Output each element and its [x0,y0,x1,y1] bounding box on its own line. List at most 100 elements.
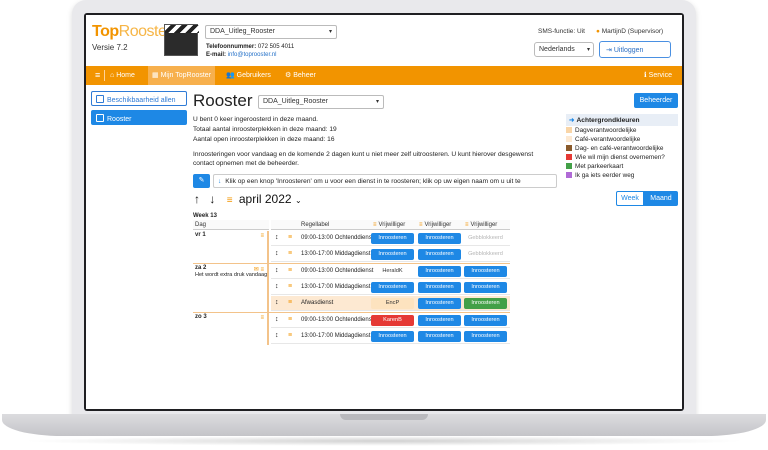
app-logo[interactable]: TopRooster [92,23,172,41]
contact-email: E-mail: info@toprooster.nl [206,52,277,58]
menu-icon[interactable]: ≡ [260,315,264,321]
schedule-in-button[interactable]: Inroosteren [464,298,507,309]
sidebar-item-rooster[interactable]: Rooster [91,110,187,125]
schedule-in-button[interactable]: Inroosteren [464,315,507,326]
sort-icon[interactable]: ↕ [275,267,279,274]
schedule-in-button[interactable]: Inroosteren [371,249,414,260]
schedule-in-button[interactable]: Inroosteren [418,249,461,260]
beheerder-button[interactable]: Beheerder [634,93,678,108]
pencil-icon: ✎ [198,177,205,184]
col-header-volunteer: ≡ Vrijwilliger [373,222,406,228]
schedule-in-button[interactable]: Inroosteren [418,233,461,244]
page-title: Rooster [193,91,253,110]
schedule-in-button[interactable]: Inroosteren [464,331,507,342]
info-line: Aantal open inroosterplekken in deze maa… [193,136,335,143]
shift-label: Afwasdienst [301,300,334,306]
color-swatch [566,136,572,142]
schedule-table: Dag Regellabel ≡ Vrijwilliger ≡ Vrijwillig… [193,220,510,352]
legend-item: Dagverantwoordelijke [566,126,678,135]
arrow-down-icon: ↓ [218,178,222,185]
legend-item: Dag- en café-verantwoordelijke [566,144,678,153]
hint-box: ↓ Klik op een knop 'Inroosteren' om u voo… [213,174,557,188]
menu-toggle-icon[interactable]: ≡ [91,66,104,85]
user-icon: ● [596,28,600,35]
sort-icon[interactable]: ↕ [275,332,279,339]
menu-icon[interactable]: ≡ [288,283,292,290]
menu-icon[interactable]: ≡ [288,234,292,241]
sort-icon[interactable]: ↕ [275,283,279,290]
schedule-select[interactable]: DDA_Uitleg_Rooster ▾ [258,95,384,109]
day-cell: za 2 Het wordt extra druk vandaag! ✉ ≡ [193,264,269,312]
shift-label: 13:00-17:00 Middagdienst [301,333,371,339]
schedule-in-button[interactable]: Inroosteren [418,315,461,326]
nav-gebruikers[interactable]: 👥 Gebruikers [222,66,275,85]
color-legend: ➜ Achtergrondkleuren Dagverantwoordelijke… [566,114,678,180]
schedule-in-button[interactable]: Inroosteren [418,298,461,309]
laptop-shadow [20,436,748,446]
color-swatch [566,145,572,151]
calendar-icon [96,114,104,122]
menu-icon: ≡ [465,222,469,228]
app-screen: TopRooster Versie 7.2 DDA_Uitleg_Rooster… [86,15,682,409]
main-navbar: ≡ ⌂ Home ▦ Mijn TopRooster 👥 Gebruikers … [86,66,682,85]
sort-icon[interactable]: ↕ [275,299,279,306]
table-row: ↕ ≡ 09:00-13:00 Ochtenddienst KarenB Inro… [271,313,510,328]
sort-icon[interactable]: ↕ [275,316,279,323]
menu-icon[interactable]: ≡ [260,233,264,239]
col-header-volunteer: ≡ Vrijwilliger [465,222,498,228]
assigned-volunteer[interactable]: EncP [371,298,414,309]
nav-mijn-toprooster[interactable]: ▦ Mijn TopRooster [148,66,216,85]
next-month-icon[interactable]: ↓ [209,192,215,206]
chevron-down-icon: ▾ [375,99,379,105]
schedule-in-button[interactable]: Inroosteren [464,266,507,277]
schedule-in-button[interactable]: Inroosteren [418,266,461,277]
chevron-down-icon: ▾ [328,29,332,35]
legend-item: Ik ga iets eerder weg [566,171,678,180]
shift-label: 13:00-17:00 Middagdienst [301,251,371,257]
nav-beheer[interactable]: ⚙ Beheer [281,66,320,85]
sms-status: SMS-functie: Uit [538,28,585,35]
info-line: Totaal aantal inroosterplekken in deze m… [193,126,337,133]
prev-month-icon[interactable]: ↑ [194,192,200,206]
note-icon[interactable]: ✉ ≡ [254,266,264,273]
legend-title[interactable]: ➜ Achtergrondkleuren [566,114,678,126]
color-swatch [566,172,572,178]
menu-icon[interactable]: ≡ [288,299,292,306]
week-view-button[interactable]: Week [616,191,644,206]
month-navigator: ↑ ↓ ≡ april 2022 ⌄ [194,192,302,206]
nav-home[interactable]: ⌂ Home [106,66,139,85]
logout-button[interactable]: ⇥ Uitloggen [599,41,671,58]
schedule-in-button[interactable]: Inroosteren [371,282,414,293]
info-line: U bent 0 keer ingeroosterd in deze maand… [193,116,318,123]
sort-icon[interactable]: ↕ [275,234,279,241]
day-cell: vr 1 ≡ [193,231,269,263]
col-header-rule: Regellabel [301,222,330,228]
assigned-volunteer[interactable]: KarenB [371,315,414,326]
company-select[interactable]: DDA_Uitleg_Rooster ▾ [205,25,337,39]
sidebar-item-beschikbaarheid[interactable]: Beschikbaarheid allen [91,91,187,106]
assigned-volunteer[interactable]: HeraldK [371,266,414,277]
menu-icon[interactable]: ≡ [288,250,292,257]
contact-phone: Telefoonnummer: 072 505 4011 [206,44,295,50]
chevron-down-icon: ▾ [586,47,590,53]
schedule-in-button[interactable]: Inroosteren [418,331,461,342]
nav-service[interactable]: ℹ Service [640,66,676,85]
menu-icon[interactable]: ≡ [288,332,292,339]
schedule-in-button[interactable]: Inroosteren [418,282,461,293]
sort-icon[interactable]: ↕ [275,250,279,257]
calendar-icon: ▦ [152,72,159,79]
edit-button[interactable]: ✎ [193,174,210,188]
col-header-volunteer: ≡ Vrijwilliger [419,222,452,228]
schedule-in-button[interactable]: Inroosteren [371,233,414,244]
table-row: ↕ ≡ 13:00-17:00 Middagdienst Inroosteren … [271,247,510,262]
schedule-in-button[interactable]: Inroosteren [464,282,507,293]
month-menu-icon[interactable]: ≡ [227,195,233,206]
legend-item: Met parkeerkaart [566,162,678,171]
chevron-down-icon[interactable]: ⌄ [295,196,302,205]
month-select[interactable]: april 2022 [239,192,292,206]
menu-icon[interactable]: ≡ [288,267,292,274]
menu-icon[interactable]: ≡ [288,316,292,323]
schedule-in-button[interactable]: Inroosteren [371,331,414,342]
language-select[interactable]: Nederlands ▾ [534,42,594,57]
month-view-button[interactable]: Maand [644,191,678,206]
